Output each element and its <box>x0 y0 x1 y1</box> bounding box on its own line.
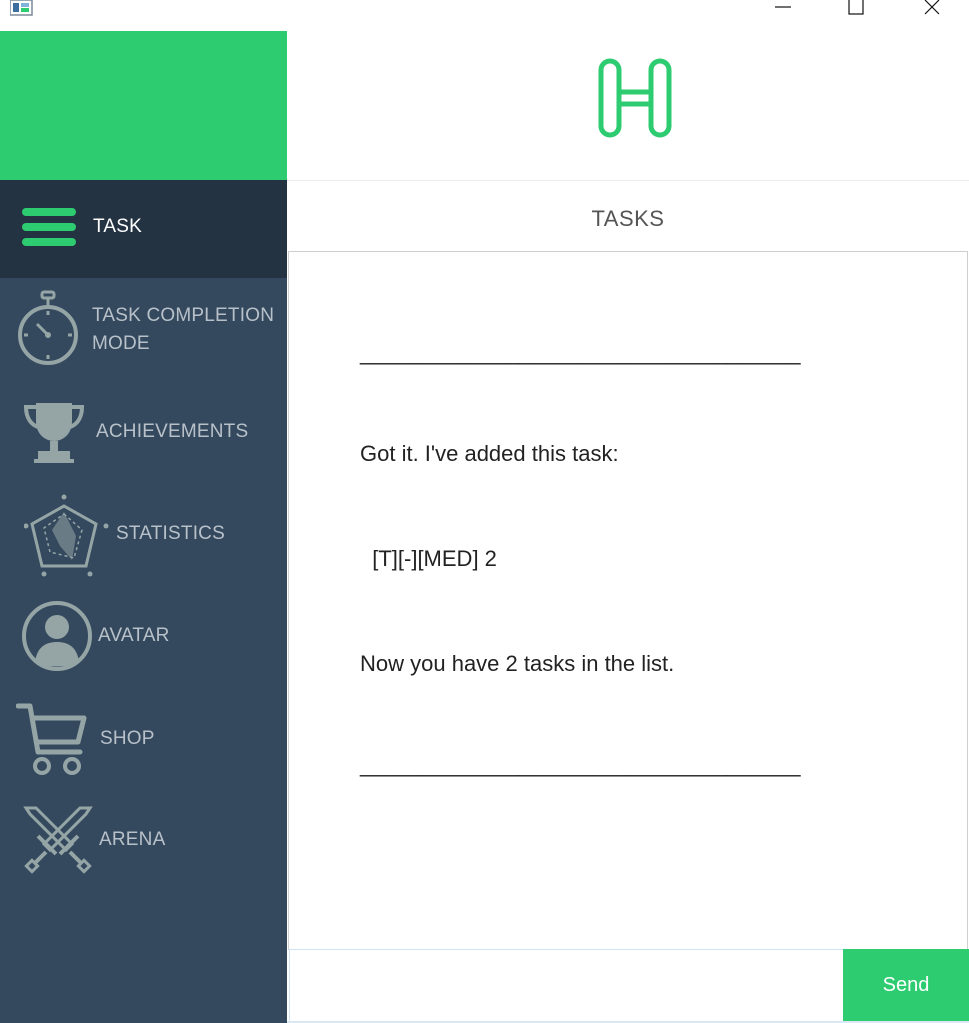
command-input[interactable] <box>289 949 845 1023</box>
hamburger-menu-icon <box>22 208 76 246</box>
sidebar-item-label: TASK COMPLETION <box>92 305 275 326</box>
sidebar-item-achievements[interactable]: ACHIEVEMENTS <box>0 391 287 481</box>
sidebar-item-statistics[interactable]: STATISTICS <box>0 486 287 586</box>
minimize-icon[interactable] <box>760 0 806 31</box>
window-titlebar <box>0 0 969 31</box>
message-line: Now you have 2 tasks in the list. <box>360 651 675 676</box>
main-panel: TASKS __________________________________… <box>287 31 969 1023</box>
maximize-icon[interactable] <box>832 0 878 31</box>
sidebar: TASK TASK COMPLETION MODE ACHIEVEMENTS S… <box>0 31 287 1023</box>
sidebar-item-task-completion-mode[interactable]: TASK COMPLETION MODE <box>0 278 287 378</box>
sidebar-item-label: TASK <box>93 216 143 237</box>
sidebar-item-avatar[interactable]: AVATAR <box>0 594 287 690</box>
sidebar-item-label: ACHIEVEMENTS <box>96 421 249 442</box>
stopwatch-icon <box>18 290 78 365</box>
message-line: [T][-][MED] 2 <box>360 546 497 571</box>
sidebar-item-label: ARENA <box>99 829 166 850</box>
sidebar-header <box>0 31 287 180</box>
sidebar-item-shop[interactable]: SHOP <box>0 696 287 792</box>
page-title: TASKS <box>591 206 665 231</box>
sidebar-item-label: AVATAR <box>98 625 170 646</box>
send-button[interactable]: Send <box>843 949 969 1021</box>
chat-log: ____________________________________ Got… <box>288 251 968 950</box>
shopping-cart-icon <box>16 703 87 775</box>
sidebar-item-arena[interactable]: ARENA <box>0 798 287 894</box>
chat-message: ____________________________________ Got… <box>360 270 800 849</box>
trophy-icon <box>23 403 85 463</box>
message-line: Got it. I've added this task: <box>360 441 619 466</box>
close-icon[interactable] <box>908 0 954 31</box>
separator-line: ____________________________________ <box>360 340 801 365</box>
sidebar-item-label: SHOP <box>100 728 155 749</box>
user-avatar-icon <box>22 601 92 671</box>
logo-header <box>287 31 969 181</box>
sidebar-item-label-line2: MODE <box>92 333 150 354</box>
radar-chart-icon <box>24 494 109 577</box>
separator-line: ____________________________________ <box>360 752 801 777</box>
h-logo-icon <box>598 58 672 138</box>
sidebar-item-task[interactable]: TASK <box>0 180 287 278</box>
crossed-swords-icon <box>23 806 93 874</box>
sidebar-item-label: STATISTICS <box>116 523 225 544</box>
app-icon <box>10 0 33 16</box>
